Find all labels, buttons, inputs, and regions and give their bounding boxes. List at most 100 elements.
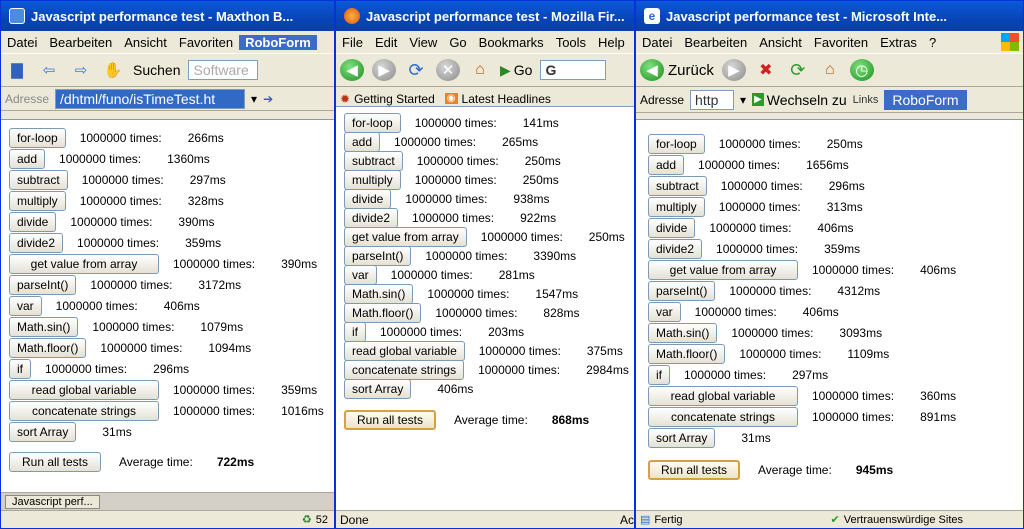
test-button[interactable]: subtract <box>9 170 68 190</box>
search-input[interactable]: Software <box>188 60 259 80</box>
test-button[interactable]: get value from array <box>9 254 159 274</box>
test-button[interactable]: Math.floor() <box>344 303 422 323</box>
test-button[interactable]: if <box>9 359 31 379</box>
home-icon[interactable]: ⌂ <box>818 59 842 81</box>
test-button[interactable]: Math.sin() <box>344 284 414 304</box>
test-button[interactable]: sort Array <box>344 379 412 399</box>
menu-bookmarks[interactable]: Bookmarks <box>473 35 550 50</box>
go-arrow-icon[interactable]: ➔ <box>263 92 273 106</box>
menu-favoriten[interactable]: Favoriten <box>808 35 874 50</box>
test-button[interactable]: multiply <box>9 191 66 211</box>
menu-bearbeiten[interactable]: Bearbeiten <box>43 35 118 50</box>
test-button[interactable]: subtract <box>344 151 403 171</box>
test-button[interactable]: var <box>9 296 42 316</box>
test-button[interactable]: divide2 <box>344 208 399 228</box>
test-button[interactable]: concatenate strings <box>648 407 798 427</box>
menu-favoriten[interactable]: Favoriten <box>173 35 239 50</box>
test-button[interactable]: if <box>344 322 366 342</box>
address-dropdown-icon[interactable]: ▾ <box>740 93 746 107</box>
ie-titlebar[interactable]: e Javascript performance test - Microsof… <box>636 1 1023 31</box>
test-button[interactable]: parseInt() <box>344 246 412 266</box>
menu-file[interactable]: File <box>336 35 369 50</box>
test-button[interactable]: for-loop <box>344 113 401 133</box>
maxthon-titlebar[interactable]: Javascript performance test - Maxthon B.… <box>1 1 334 31</box>
test-button[interactable]: subtract <box>648 176 707 196</box>
menu-go[interactable]: Go <box>443 35 472 50</box>
menu-ansicht[interactable]: Ansicht <box>753 35 808 50</box>
test-button[interactable]: Math.sin() <box>648 323 718 343</box>
menu-help[interactable]: ? <box>923 35 942 50</box>
menu-extras[interactable]: Extras <box>874 35 923 50</box>
search-label[interactable]: Suchen <box>133 62 180 78</box>
forward-icon[interactable]: ▶ <box>372 59 396 81</box>
back-icon[interactable]: ⇦ <box>37 59 61 81</box>
test-button[interactable]: read global variable <box>9 380 159 400</box>
run-all-tests-button[interactable]: Run all tests <box>344 410 436 430</box>
menu-datei[interactable]: Datei <box>636 35 678 50</box>
bookmark-getting-started[interactable]: ✹ Getting Started <box>340 92 435 106</box>
menu-roboform[interactable]: RoboForm <box>239 34 317 50</box>
test-button[interactable]: divide <box>9 212 57 232</box>
test-button[interactable]: read global variable <box>648 386 798 406</box>
test-button[interactable]: multiply <box>344 170 401 190</box>
firefox-titlebar[interactable]: Javascript performance test - Mozilla Fi… <box>336 1 634 31</box>
test-button[interactable]: for-loop <box>9 128 66 148</box>
test-button[interactable]: add <box>9 149 46 169</box>
test-button[interactable]: var <box>344 265 377 285</box>
test-button[interactable]: sort Array <box>648 428 716 448</box>
test-button[interactable]: divide2 <box>9 233 64 253</box>
menu-help[interactable]: Help <box>592 35 631 50</box>
page-icon[interactable]: ▇ <box>5 59 29 81</box>
media-icon[interactable]: ◷ <box>849 59 874 81</box>
address-dropdown-icon[interactable]: ▾ <box>251 92 257 106</box>
search-input[interactable]: G <box>540 60 607 80</box>
menu-datei[interactable]: Datei <box>1 35 43 50</box>
go-button[interactable]: ▶ Wechseln zu <box>752 92 847 108</box>
test-button[interactable]: multiply <box>648 197 705 217</box>
menu-tools[interactable]: Tools <box>550 35 592 50</box>
test-button[interactable]: read global variable <box>344 341 465 361</box>
test-button[interactable]: divide2 <box>648 239 703 259</box>
refresh-icon[interactable]: ⟳ <box>786 59 810 81</box>
test-button[interactable]: parseInt() <box>9 275 77 295</box>
taskbar-item[interactable]: Javascript perf... <box>5 494 100 509</box>
menu-view[interactable]: View <box>403 35 443 50</box>
back-button[interactable]: ◀ Zurück <box>640 59 714 81</box>
address-input[interactable]: http <box>690 89 735 110</box>
bookmark-latest-headlines[interactable]: ◉ Latest Headlines <box>444 92 551 106</box>
test-button[interactable]: divide <box>648 218 696 238</box>
home-icon[interactable]: ⌂ <box>468 59 492 81</box>
back-icon[interactable]: ◀ <box>340 59 364 81</box>
test-button[interactable]: for-loop <box>648 134 705 154</box>
test-button[interactable]: concatenate strings <box>344 360 465 380</box>
roboform-label[interactable]: RoboForm <box>884 89 967 110</box>
run-all-tests-button[interactable]: Run all tests <box>9 452 101 472</box>
forward-icon[interactable]: ⇨ <box>69 59 93 81</box>
test-button[interactable]: get value from array <box>648 260 798 280</box>
menu-bearbeiten[interactable]: Bearbeiten <box>678 35 753 50</box>
test-button[interactable]: Math.sin() <box>9 317 79 337</box>
test-button[interactable]: sort Array <box>9 422 77 442</box>
forward-icon[interactable]: ▶ <box>721 59 746 81</box>
menu-ansicht[interactable]: Ansicht <box>118 35 173 50</box>
hand-icon[interactable]: ✋ <box>101 59 125 81</box>
test-button[interactable]: add <box>648 155 685 175</box>
address-input[interactable]: /dhtml/funo/isTimeTest.ht <box>55 88 246 109</box>
stop-icon[interactable]: ✖ <box>754 59 778 81</box>
test-button[interactable]: if <box>648 365 670 385</box>
test-button[interactable]: Math.floor() <box>9 338 87 358</box>
test-button[interactable]: divide <box>344 189 392 209</box>
test-button[interactable]: Math.floor() <box>648 344 726 364</box>
test-button[interactable]: add <box>344 132 381 152</box>
stop-icon[interactable]: ✕ <box>436 59 460 81</box>
reload-icon[interactable]: ⟳ <box>404 59 428 81</box>
test-button[interactable]: get value from array <box>344 227 467 247</box>
links-label[interactable]: Links <box>853 94 879 106</box>
menu-edit[interactable]: Edit <box>369 35 403 50</box>
test-button[interactable]: concatenate strings <box>9 401 159 421</box>
duration-text: 360ms <box>920 389 957 403</box>
run-all-tests-button[interactable]: Run all tests <box>648 460 740 480</box>
go-button[interactable]: ▶ Go <box>500 62 532 79</box>
test-button[interactable]: parseInt() <box>648 281 716 301</box>
test-button[interactable]: var <box>648 302 681 322</box>
